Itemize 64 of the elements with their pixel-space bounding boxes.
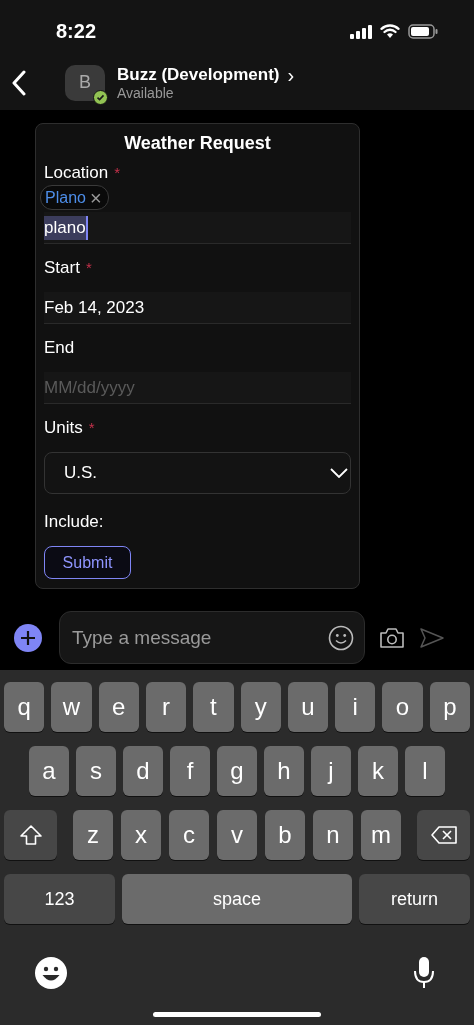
wifi-icon xyxy=(380,24,400,39)
submit-button[interactable]: Submit xyxy=(44,546,131,579)
keyboard-key[interactable]: v xyxy=(217,810,257,860)
keyboard-key[interactable]: g xyxy=(217,746,257,796)
keyboard-key[interactable]: r xyxy=(145,682,187,732)
keyboard-key[interactable]: q xyxy=(4,682,45,732)
required-mark: * xyxy=(114,163,121,183)
section-label: Include: xyxy=(44,511,105,533)
keyboard-key[interactable]: s xyxy=(76,746,116,796)
keyboard-key[interactable]: d xyxy=(123,746,163,796)
keyboard-key[interactable]: w xyxy=(51,682,92,732)
required-mark: * xyxy=(85,258,92,278)
card-title: Weather Request xyxy=(123,132,272,155)
chat-name[interactable]: Buzz (Development) xyxy=(117,64,280,85)
keyboard-key[interactable]: k xyxy=(358,746,398,796)
keyboard-key[interactable]: a xyxy=(29,746,69,796)
field-label: End xyxy=(44,337,75,359)
keyboard-key[interactable]: n xyxy=(313,810,353,860)
space-key[interactable]: space xyxy=(122,874,352,924)
keyboard-key[interactable]: u xyxy=(287,682,329,732)
chevron-down-icon xyxy=(330,468,348,478)
backspace-key[interactable] xyxy=(417,810,470,860)
keyboard-key[interactable]: j xyxy=(311,746,351,796)
keyboard-key[interactable]: o xyxy=(382,682,423,732)
numbers-key[interactable]: 123 xyxy=(4,874,115,924)
keyboard-key[interactable]: y xyxy=(240,682,281,732)
message-field[interactable]: Type a message xyxy=(59,611,365,664)
microphone-icon[interactable] xyxy=(413,956,435,990)
field-label: Units xyxy=(44,417,83,439)
emoji-icon[interactable] xyxy=(328,624,354,651)
required-mark: * xyxy=(88,418,95,438)
keyboard-key[interactable]: p xyxy=(429,682,470,732)
keyboard-key[interactable]: b xyxy=(265,810,305,860)
autocomplete-tooltip[interactable]: Plano × xyxy=(40,185,109,210)
keyboard-key[interactable]: f xyxy=(170,746,210,796)
keyboard-key[interactable]: c xyxy=(169,810,209,860)
send-icon[interactable] xyxy=(419,626,445,649)
keyboard-key[interactable]: l xyxy=(405,746,445,796)
keyboard-key[interactable]: z xyxy=(73,810,113,860)
backspace-icon xyxy=(429,825,458,845)
signal-icon xyxy=(350,24,372,39)
shift-key[interactable] xyxy=(4,810,57,860)
keyboard-key[interactable]: i xyxy=(335,682,376,732)
status-time: 8:22 xyxy=(56,19,97,43)
battery-icon xyxy=(408,24,438,39)
text-field[interactable]: plano xyxy=(44,212,351,244)
return-key[interactable]: return xyxy=(359,874,470,924)
field-label: Location xyxy=(44,162,109,184)
keyboard-key[interactable]: t xyxy=(193,682,234,732)
emoji-icon[interactable] xyxy=(34,956,68,990)
units-dropdown[interactable]: U.S. xyxy=(44,452,351,494)
keyboard-key[interactable]: e xyxy=(98,682,139,732)
camera-icon[interactable] xyxy=(379,626,405,649)
shift-icon xyxy=(18,824,43,846)
keyboard-key[interactable]: m xyxy=(361,810,401,860)
close-icon[interactable]: × xyxy=(89,187,102,208)
keyboard-key[interactable]: x xyxy=(121,810,161,860)
chevron-icon[interactable]: › xyxy=(287,65,295,84)
back-icon[interactable] xyxy=(11,69,27,96)
field-label: Start xyxy=(44,257,80,279)
date-field[interactable]: Feb 14, 2023 xyxy=(44,292,351,324)
keyboard-key[interactable]: h xyxy=(264,746,304,796)
presence-text: Available xyxy=(117,84,175,101)
add-icon[interactable] xyxy=(14,623,42,652)
